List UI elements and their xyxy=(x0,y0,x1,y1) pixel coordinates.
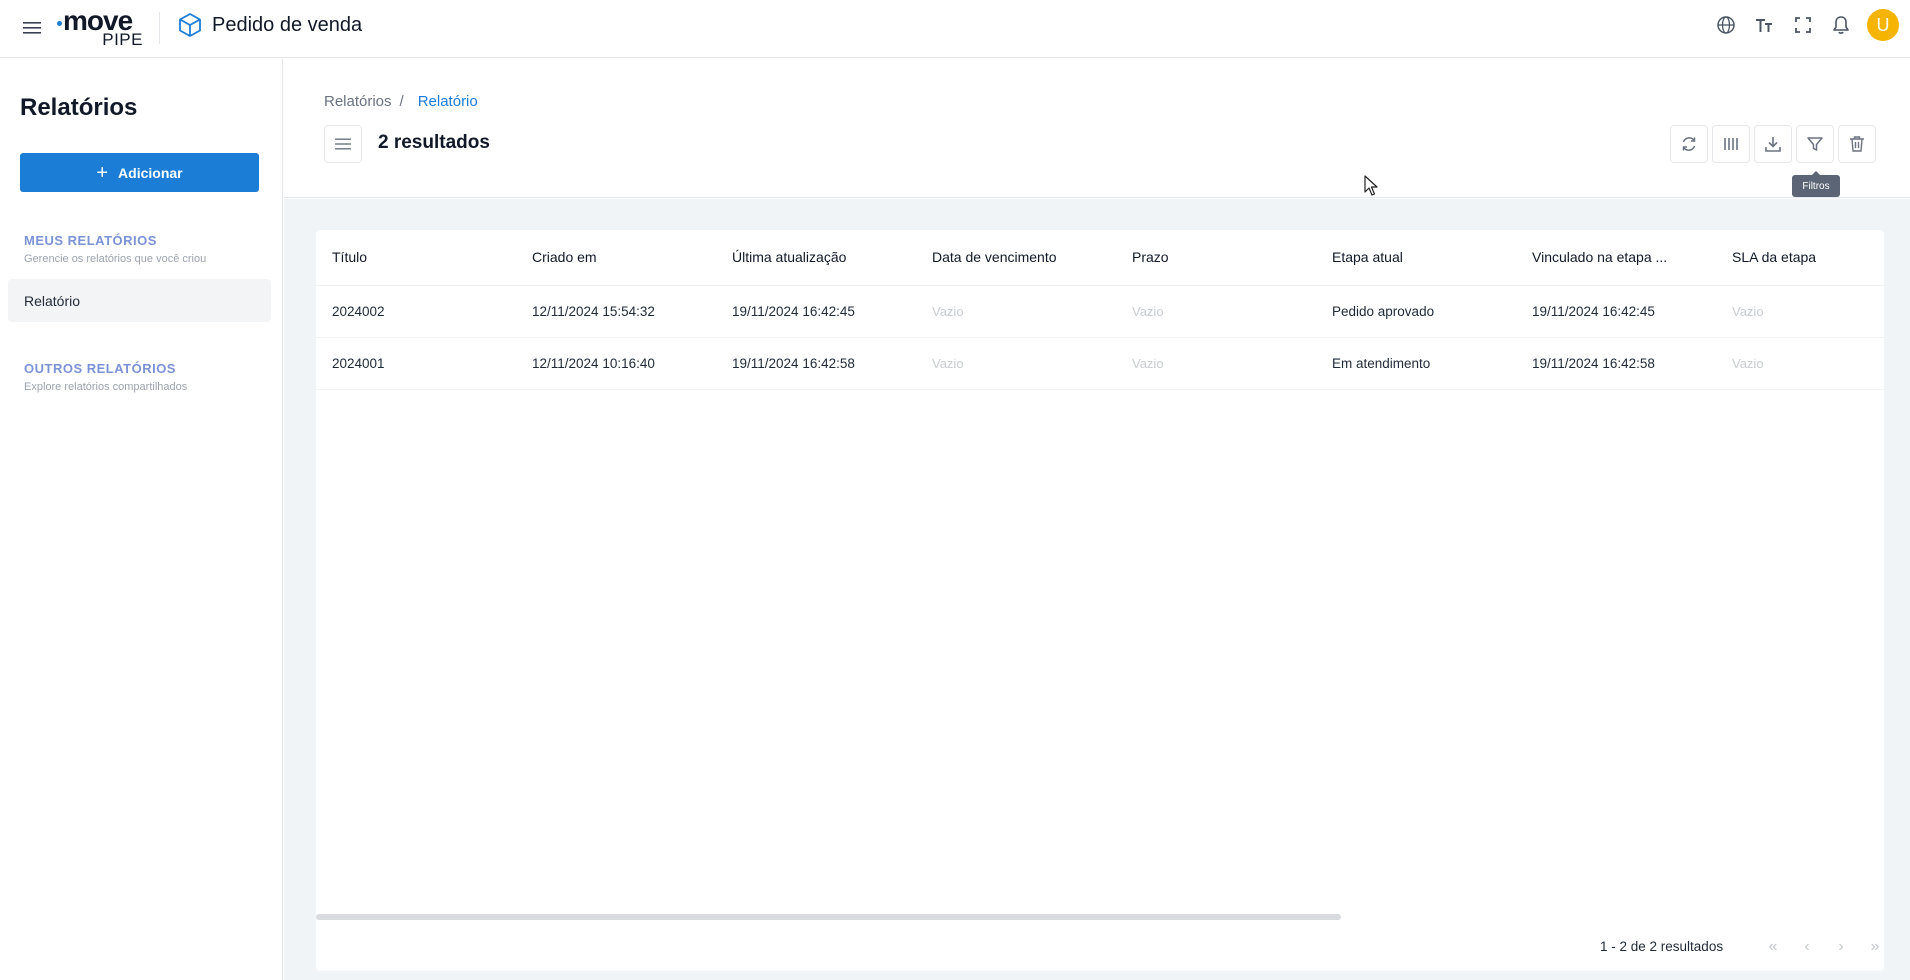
other-reports-subtitle: Explore relatórios compartilhados xyxy=(24,381,188,393)
logo[interactable]: move PIPE xyxy=(57,6,145,49)
language-button[interactable] xyxy=(1714,13,1738,37)
filter-icon xyxy=(1807,137,1823,151)
table-cell-empty: Vazio xyxy=(1132,356,1164,371)
font-size-icon xyxy=(1756,19,1772,32)
column-header[interactable]: Data de vencimento xyxy=(932,249,1057,265)
fullscreen-icon xyxy=(1795,17,1811,33)
table-cell: 2024001 xyxy=(332,356,385,371)
double-chevron-left-icon: « xyxy=(1768,938,1778,955)
table-cell: 19/11/2024 16:42:45 xyxy=(732,304,855,319)
logo-dot xyxy=(57,21,62,26)
last-page-button[interactable]: » xyxy=(1864,936,1886,958)
table-cell: 2024002 xyxy=(332,304,385,319)
my-reports-subtitle: Gerencie os relatórios que você criou xyxy=(24,253,207,265)
table-cell: Pedido aprovado xyxy=(1332,304,1435,319)
refresh-icon xyxy=(1682,137,1696,151)
hamburger-menu-button[interactable] xyxy=(18,14,46,42)
table-cell: Em atendimento xyxy=(1332,356,1431,371)
table-row[interactable]: 2024001 12/11/2024 10:16:40 19/11/2024 1… xyxy=(316,338,1884,390)
columns-icon xyxy=(1724,138,1738,150)
breadcrumb-parent[interactable]: Relatórios xyxy=(324,93,392,110)
plus-icon: + xyxy=(96,161,109,184)
delete-button[interactable] xyxy=(1838,125,1876,163)
hamburger-icon xyxy=(23,22,41,34)
my-reports-heading: MEUS RELATÓRIOS xyxy=(24,233,157,248)
table-cell: 19/11/2024 16:42:58 xyxy=(732,356,855,371)
font-size-button[interactable] xyxy=(1752,13,1776,37)
mouse-cursor-icon xyxy=(1364,175,1378,196)
table-cell: 12/11/2024 10:16:40 xyxy=(532,356,655,371)
filter-button[interactable] xyxy=(1796,125,1834,163)
download-icon xyxy=(1765,137,1781,152)
table-cell: 19/11/2024 16:42:45 xyxy=(1532,304,1655,319)
sidebar-item-label: Relatório xyxy=(24,292,81,309)
refresh-button[interactable] xyxy=(1670,125,1708,163)
first-page-button[interactable]: « xyxy=(1762,936,1784,958)
previous-page-button[interactable]: ‹ xyxy=(1796,936,1818,958)
app-title: Pedido de venda xyxy=(212,14,363,36)
column-header[interactable]: Etapa atual xyxy=(1332,249,1403,265)
sidebar: Relatórios + Adicionar MEUS RELATÓRIOS G… xyxy=(0,58,283,980)
columns-button[interactable] xyxy=(1712,125,1750,163)
download-button[interactable] xyxy=(1754,125,1792,163)
report-table-card: Título Criado em Última atualização Data… xyxy=(316,230,1884,971)
cube-icon xyxy=(179,13,201,37)
double-chevron-right-icon: » xyxy=(1870,938,1880,955)
horizontal-scrollbar[interactable] xyxy=(316,914,1341,920)
table-cell-empty: Vazio xyxy=(932,356,964,371)
result-count: 2 resultados xyxy=(378,132,490,153)
list-toggle-button[interactable] xyxy=(324,125,362,163)
table-header: Título Criado em Última atualização Data… xyxy=(316,230,1884,286)
chevron-right-icon: › xyxy=(1838,938,1844,955)
column-header[interactable]: Última atualização xyxy=(732,249,846,265)
table-cell-empty: Vazio xyxy=(1732,304,1764,319)
bell-icon xyxy=(1833,16,1849,34)
add-report-button[interactable]: + Adicionar xyxy=(20,153,259,192)
breadcrumb-current: Relatório xyxy=(417,93,478,110)
list-icon xyxy=(335,138,351,150)
table-row[interactable]: 2024002 12/11/2024 15:54:32 19/11/2024 1… xyxy=(316,286,1884,338)
avatar[interactable]: U xyxy=(1867,9,1899,41)
column-header[interactable]: SLA da etapa xyxy=(1732,249,1816,265)
sidebar-title: Relatórios xyxy=(20,94,138,121)
column-header[interactable]: Criado em xyxy=(532,249,597,265)
column-header[interactable]: Prazo xyxy=(1132,249,1169,265)
filter-tooltip: Filtros xyxy=(1792,171,1840,197)
report-toolbar xyxy=(1670,125,1876,163)
top-bar: move PIPE Pedido de venda U xyxy=(0,0,1910,58)
report-header: Relatórios / Relatório 2 resultados xyxy=(284,58,1910,198)
next-page-button[interactable]: › xyxy=(1830,936,1852,958)
trash-icon xyxy=(1850,136,1864,152)
fullscreen-button[interactable] xyxy=(1791,13,1815,37)
breadcrumb: Relatórios / Relatório xyxy=(324,93,478,110)
table-cell-empty: Vazio xyxy=(1132,304,1164,319)
column-header[interactable]: Vinculado na etapa ... xyxy=(1532,249,1667,265)
column-header[interactable]: Título xyxy=(332,249,367,265)
logo-sub: PIPE xyxy=(102,30,143,49)
sidebar-item-relatorio[interactable]: Relatório xyxy=(8,279,271,322)
chevron-left-icon: ‹ xyxy=(1804,938,1810,955)
other-reports-heading: OUTROS RELATÓRIOS xyxy=(24,361,176,376)
globe-icon xyxy=(1717,16,1735,34)
pagination-summary: 1 - 2 de 2 resultados xyxy=(1600,939,1724,954)
table-cell: 19/11/2024 16:42:58 xyxy=(1532,356,1655,371)
table-cell-empty: Vazio xyxy=(1732,356,1764,371)
breadcrumb-separator: / xyxy=(399,93,404,110)
header-divider xyxy=(159,12,160,44)
table-cell-empty: Vazio xyxy=(932,304,964,319)
table-cell: 12/11/2024 15:54:32 xyxy=(532,304,655,319)
add-report-label: Adicionar xyxy=(118,164,183,181)
notifications-button[interactable] xyxy=(1829,13,1853,37)
